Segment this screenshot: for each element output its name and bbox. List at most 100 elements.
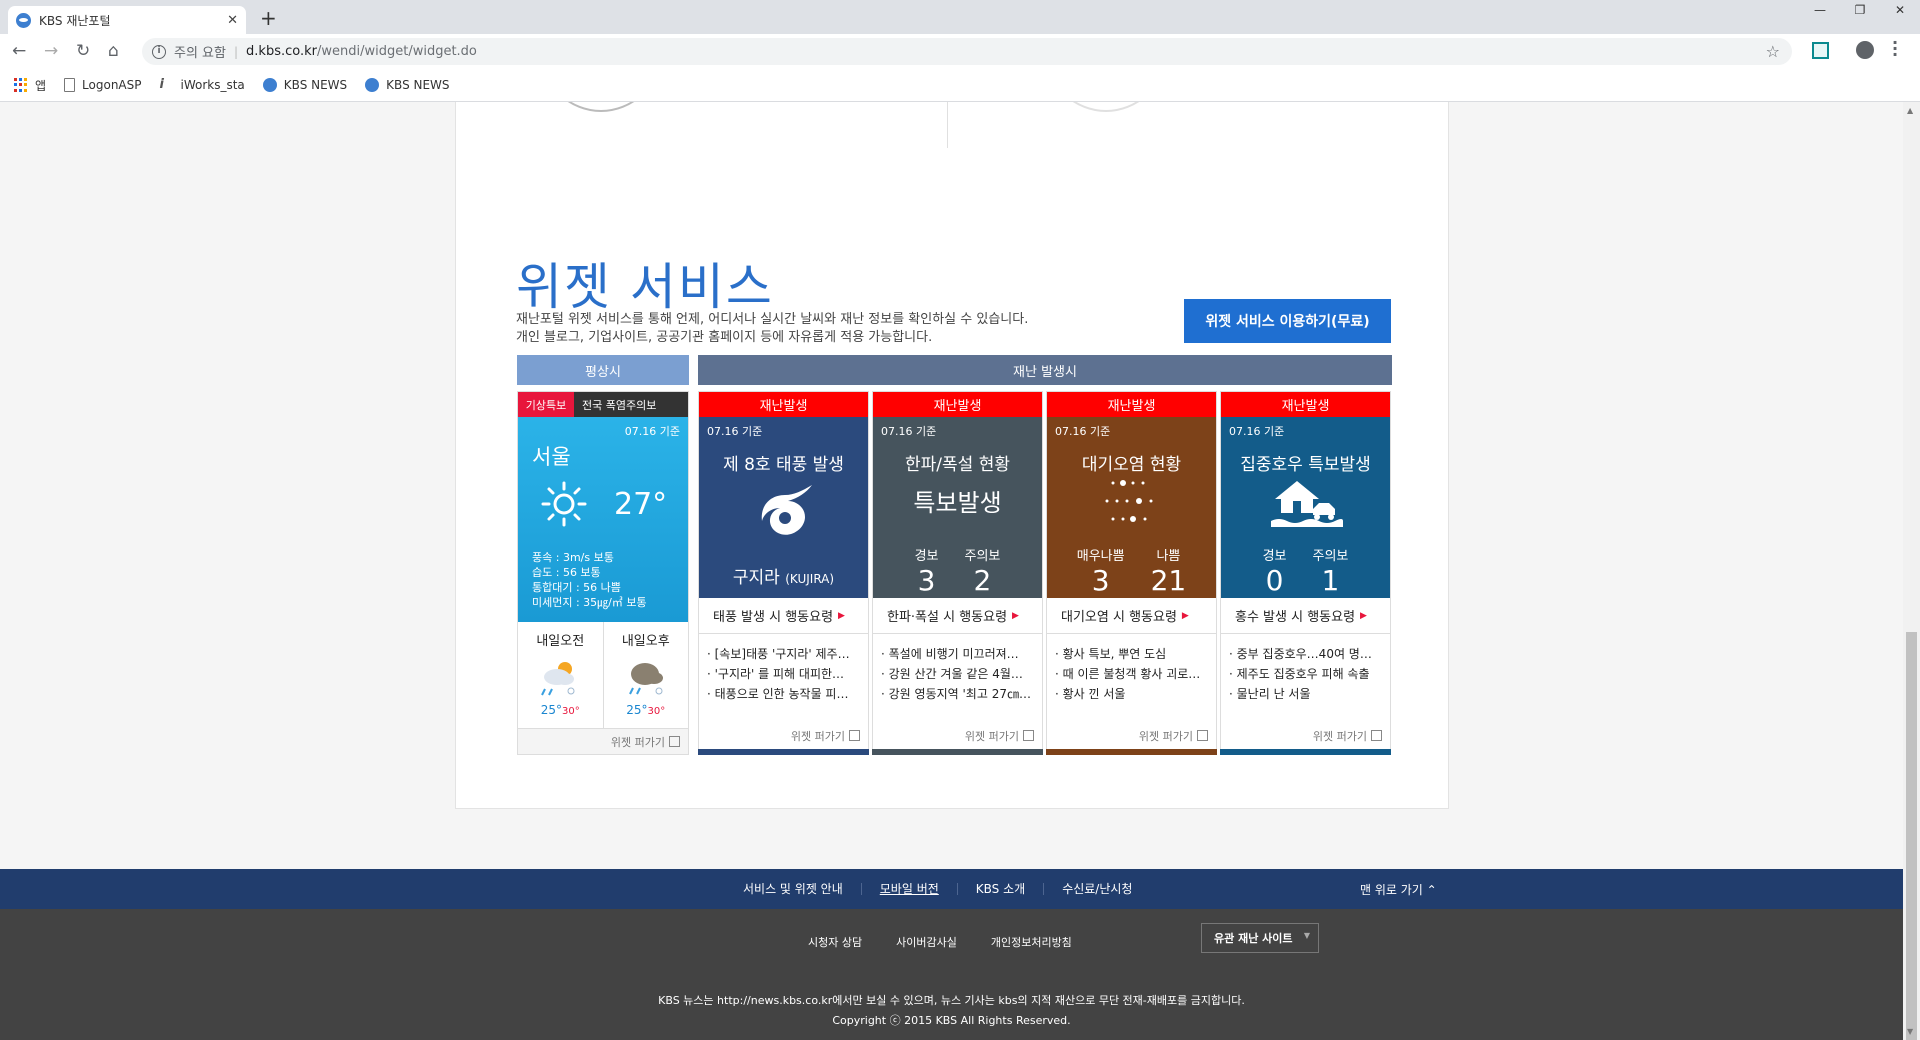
action-guide-label: 태풍 발생 시 행동요령 <box>713 610 834 625</box>
restore-icon[interactable]: ❐ <box>1840 0 1880 20</box>
bookmark-apps[interactable]: 앱 <box>14 77 46 94</box>
footer-link-audit[interactable]: 사이버감사실 <box>896 934 957 950</box>
current-temperature: 27° <box>614 487 668 522</box>
weather-date: 07.16 기준 <box>624 425 680 438</box>
pollution-counts: 매우나쁨 3 나쁨 21 <box>1047 545 1216 598</box>
reload-icon[interactable]: ↻ <box>76 42 90 60</box>
arrow-right-icon: ▶ <box>838 610 845 621</box>
action-guide-link[interactable]: 대기오염 시 행동요령 ▶ <box>1047 598 1216 634</box>
extension-icon[interactable] <box>1812 42 1829 59</box>
weather-alert-text[interactable]: 전국 폭염주의보 <box>574 392 688 417</box>
count-value: 21 <box>1150 564 1187 597</box>
apps-grid-icon <box>14 78 28 92</box>
account-icon[interactable] <box>1856 41 1874 59</box>
bookmark-kbs-news-2[interactable]: KBS NEWS <box>365 78 450 92</box>
bookmark-kbs-news-1[interactable]: KBS NEWS <box>262 78 347 92</box>
share-widget-button[interactable]: 위젯 퍼가기 <box>1221 723 1390 748</box>
disaster-header: 재난 발생시 <box>698 355 1392 385</box>
info-icon[interactable]: i <box>152 44 166 59</box>
share-widget-button[interactable]: 위젯 퍼가기 <box>699 723 868 748</box>
air-pollution-panel: 07.16 기준 대기오염 현황 매우나쁨 3 나쁨 21 <box>1047 417 1216 598</box>
disaster-title: 대기오염 현황 <box>1081 455 1182 475</box>
count-block: 주의보 2 <box>965 545 1001 598</box>
air-pollution-widget: 재난발생 07.16 기준 대기오염 현황 매우나쁨 3 나쁨 21 대기오염 시 … <box>1046 391 1217 755</box>
news-item[interactable]: · 때 이른 불청객 황사 괴로… <box>1055 664 1210 684</box>
count-block: 매우나쁨 3 <box>1077 545 1125 598</box>
count-value: 3 <box>1091 564 1110 597</box>
action-guide-link[interactable]: 한파·폭설 시 행동요령 ▶ <box>873 598 1042 634</box>
forecast-row: 내일오전 25°30° 내일오후 25°30° <box>518 622 688 729</box>
related-sites-select[interactable]: 유관 재난 사이트 ▼ <box>1201 923 1319 953</box>
minimize-icon[interactable]: — <box>1800 0 1840 20</box>
footer-links: 시청자 상담 사이버감사실 개인정보처리방침 <box>808 934 1072 950</box>
footer-nav-mobile[interactable]: 모바일 버전 <box>862 883 958 895</box>
disaster-tag: 재난발생 <box>1221 392 1390 417</box>
news-item[interactable]: · 강원 산간 겨울 같은 4월… <box>881 664 1036 684</box>
home-icon[interactable]: ⌂ <box>108 42 119 60</box>
alert-counts: 경보 3 주의보 2 <box>873 545 1042 598</box>
action-guide-link[interactable]: 태풍 발생 시 행동요령 ▶ <box>699 598 868 634</box>
bookmark-star-icon[interactable]: ☆ <box>1766 42 1780 61</box>
news-item[interactable]: · 폭설에 비행기 미끄러져… <box>881 644 1036 664</box>
forecast-pm-high: 30° <box>647 706 666 717</box>
address-toolbar: ← → ↻ ⌂ i 주의 요함 | d.kbs.co.kr/wendi/widg… <box>0 34 1920 69</box>
use-widget-service-button[interactable]: 위젯 서비스 이용하기(무료) <box>1184 299 1391 343</box>
cloud-rain-icon <box>628 663 663 695</box>
menu-kebab-icon[interactable]: · · · <box>1892 35 1898 63</box>
count-block: 경보 0 <box>1263 545 1287 598</box>
back-to-top-link[interactable]: 맨 위로 가기 ⌃ <box>1360 881 1437 898</box>
news-item[interactable]: · 물난리 난 서울 <box>1229 684 1384 704</box>
bookmark-label: iWorks_sta <box>180 78 245 92</box>
tab-title: KBS 재난포털 <box>39 13 111 28</box>
news-item[interactable]: · 제주도 집중호우 피해 속출 <box>1229 664 1384 684</box>
footer-nav-fee[interactable]: 수신료/난시청 <box>1044 883 1150 895</box>
news-item[interactable]: · 중부 집중호우…40여 명… <box>1229 644 1384 664</box>
share-widget-button[interactable]: 위젯 퍼가기 <box>1047 723 1216 748</box>
url-host: d.kbs.co.kr <box>246 44 317 59</box>
share-widget-button[interactable]: 위젯 퍼가기 <box>518 729 688 754</box>
bookmark-logonasp[interactable]: LogonASP <box>64 78 142 92</box>
browser-tab[interactable]: KBS 재난포털 ✕ <box>8 6 246 34</box>
action-guide-link[interactable]: 홍수 발생 시 행동요령 ▶ <box>1221 598 1390 634</box>
forward-icon[interactable]: → <box>44 42 58 60</box>
footer-link-viewer[interactable]: 시청자 상담 <box>808 934 862 950</box>
vertical-scrollbar[interactable]: ▲ ▼ <box>1903 102 1920 1040</box>
footer-link-privacy[interactable]: 개인정보처리방침 <box>991 934 1072 950</box>
share-label: 위젯 퍼가기 <box>790 729 845 743</box>
new-tab-button[interactable]: + <box>260 6 277 30</box>
url-text[interactable]: d.kbs.co.kr/wendi/widget/widget.do <box>246 44 477 59</box>
section-description: 재난포털 위젯 서비스를 통해 언제, 어디서나 실시간 날씨와 재난 정보를 … <box>516 311 1028 347</box>
back-to-top-label: 맨 위로 가기 <box>1360 883 1423 897</box>
iworks-icon: i <box>159 77 164 92</box>
close-tab-icon[interactable]: ✕ <box>227 13 238 28</box>
news-item[interactable]: · 황사 특보, 뿌연 도심 <box>1055 644 1210 664</box>
news-item[interactable]: · [속보]태풍 '구지라' 제주… <box>707 644 862 664</box>
weather-widget: 기상특보 전국 폭염주의보 07.16 기준 서울 27° 풍속: 3m/s … <box>517 391 689 755</box>
scroll-up-icon[interactable]: ▲ <box>1907 106 1913 115</box>
bookmark-iworks[interactable]: i iWorks_sta <box>159 77 245 93</box>
forecast-pm-low: 25° <box>626 703 648 717</box>
news-item[interactable]: · 태풍으로 인한 농작물 피… <box>707 684 862 704</box>
news-item[interactable]: · 황사 낀 서울 <box>1055 684 1210 704</box>
footer-nav-kbs[interactable]: KBS 소개 <box>958 883 1045 895</box>
window-close-icon[interactable]: ✕ <box>1880 0 1920 20</box>
security-label[interactable]: 주의 요함 <box>174 42 226 61</box>
cold-snow-widget: 재난발생 07.16 기준 한파/폭설 현황 특보발생 경보 3 주의보 2 한파·… <box>872 391 1043 755</box>
action-guide-label: 한파·폭설 시 행동요령 <box>887 610 1008 625</box>
disaster-tag: 재난발생 <box>873 392 1042 417</box>
scroll-down-icon[interactable]: ▼ <box>1907 1027 1913 1036</box>
count-label: 나쁨 <box>1156 549 1181 564</box>
dust-particles-icon <box>1105 480 1153 522</box>
share-label: 위젯 퍼가기 <box>1138 729 1193 743</box>
footer-nav-service[interactable]: 서비스 및 위젯 안내 <box>725 883 862 895</box>
news-item[interactable]: · '구지라' 를 피해 대피한… <box>707 664 862 684</box>
address-bar[interactable]: i 주의 요함 | d.kbs.co.kr/wendi/widget/widge… <box>142 38 1792 65</box>
count-label: 경보 <box>914 549 939 564</box>
news-item[interactable]: · 강원 영동지역 '최고 27㎝… <box>881 684 1036 704</box>
scrollbar-thumb[interactable] <box>1906 632 1917 1040</box>
disaster-date: 07.16 기준 <box>1055 425 1111 438</box>
back-icon[interactable]: ← <box>12 42 26 60</box>
arrow-right-icon: ▶ <box>1360 610 1367 621</box>
count-value: 3 <box>917 564 936 597</box>
share-widget-button[interactable]: 위젯 퍼가기 <box>873 723 1042 748</box>
